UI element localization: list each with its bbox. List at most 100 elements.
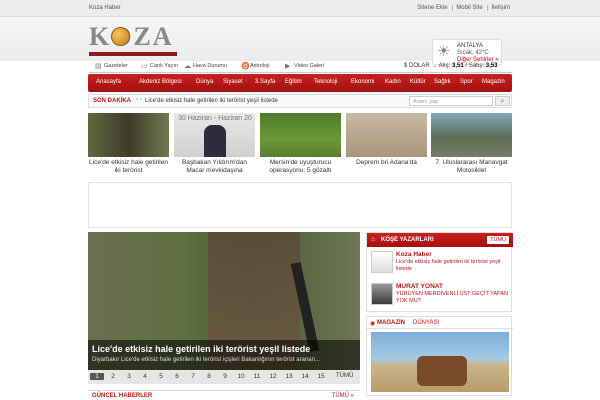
logo[interactable]: KOZA: [89, 22, 179, 56]
columnists-all-button[interactable]: TÜMÜ: [487, 236, 509, 244]
nav-magazine[interactable]: Magazin: [482, 79, 505, 85]
magazine-box: ◉ MAGAZİN DÜNYASI: [366, 316, 513, 396]
magazine-header: ◉ MAGAZİN DÜNYASI: [367, 317, 513, 329]
subnav-astrology[interactable]: ♉ Astroloji: [241, 63, 270, 70]
avatar: [371, 283, 393, 305]
magazine-image[interactable]: [371, 332, 509, 392]
featured-thumbnails: Lice'de etkisiz hale getirilen iki terör…: [88, 113, 512, 179]
slider-pager: 1 2 3 4 5 6 7 8 9 10 11 12 13 14 15 TÜMÜ: [88, 370, 360, 384]
home-icon: ⌂: [371, 236, 376, 243]
slider-page[interactable]: 6: [170, 373, 184, 380]
thumb-news-1[interactable]: Lice'de etkisiz hale getirilen iki terör…: [88, 113, 169, 179]
slider-page[interactable]: 2: [106, 373, 120, 380]
slider-page[interactable]: 11: [250, 373, 264, 380]
slider-page[interactable]: 14: [298, 373, 312, 380]
slider-page[interactable]: 8: [202, 373, 216, 380]
columnist-article[interactable]: Lice'de etkisiz hale getirilen iki terör…: [396, 259, 508, 273]
thumb-caption: 7. Uluslararası Manavgat Motosiklet: [435, 159, 508, 174]
top-links: Sitene Ekle Mobil Site İletişim: [414, 5, 513, 11]
nav-mediterranean[interactable]: Akdeniz Bölgesi: [139, 79, 182, 85]
advertisement-area: [88, 182, 512, 228]
avatar: [371, 251, 393, 273]
nav-education[interactable]: Eğitim: [285, 79, 302, 85]
columnist-article[interactable]: YÜRÜYEN MERDİVENLİ ÜST GEÇİT YAPAN YOK M…: [396, 291, 508, 305]
thumb-caption: Mersin'de uyuşturucu operasyonu: 5 gözal…: [269, 159, 332, 174]
search-input[interactable]: Aramı yap: [409, 96, 493, 106]
columnist-item[interactable]: MURAT YONAT YÜRÜYEN MERDİVENLİ ÜST GEÇİT…: [371, 283, 509, 311]
nav-health[interactable]: Sağlık: [434, 79, 451, 85]
columnists-header: ⌂ KÖŞE YAZARLARI TÜMÜ: [367, 233, 513, 247]
slider-page[interactable]: 4: [138, 373, 152, 380]
nav-economy[interactable]: Ekonomi: [351, 79, 374, 85]
slider-page[interactable]: 10: [234, 373, 248, 380]
thumb-news-2[interactable]: 30 Haziran - Haziran 20 Başbakan Yıldırı…: [174, 113, 255, 179]
subnav-weather[interactable]: ☁ Hava Durumu: [184, 63, 227, 70]
dollar-buy: 3,51: [452, 63, 464, 69]
columnist-name: Koza Haber: [396, 251, 432, 258]
thumb-news-5[interactable]: 7. Uluslararası Manavgat Motosiklet: [431, 113, 512, 179]
image-detail: [417, 356, 467, 386]
columnists-title: KÖŞE YAZARLARI: [381, 237, 434, 243]
current-news-header: GÜNCEL HABERLER TÜMÜ »: [88, 390, 360, 400]
thumb-image: [88, 113, 169, 157]
astro-icon: ♉: [241, 63, 250, 70]
thumb-news-3[interactable]: Mersin'de uyuşturucu operasyonu: 5 gözal…: [260, 113, 341, 179]
slider-page[interactable]: 13: [282, 373, 296, 380]
nav-politics[interactable]: Siyaset: [223, 79, 243, 85]
subnav-newspapers[interactable]: ▤ Gazeteler: [95, 63, 128, 70]
slider-title[interactable]: Lice'de etkisiz hale getirilen iki terör…: [92, 344, 310, 354]
top-bar: Koza Haber Sitene Ekle Mobil Site İletiş…: [0, 0, 600, 17]
slider-page[interactable]: 5: [154, 373, 168, 380]
header: KOZA ☀ ANTALYA Sıcak, 42°C Diğer Şehirle…: [0, 17, 600, 65]
weather-city: ANTALYA: [457, 43, 484, 49]
slider-page[interactable]: 1: [90, 373, 104, 380]
magazine-title: MAGAZİN: [377, 320, 405, 326]
slider-page[interactable]: 7: [186, 373, 200, 380]
columnist-name: MURAT YONAT: [396, 283, 443, 290]
video-icon: ▶: [285, 63, 291, 70]
slider-subtitle: Diyarbakır Lice'de etkisiz hale getirile…: [92, 357, 320, 363]
search-icon[interactable]: ⌕: [495, 96, 510, 106]
thumb-caption: Deprem bri Adana'da: [356, 159, 417, 166]
columnist-item[interactable]: Koza Haber Lice'de etkisiz hale getirile…: [371, 251, 509, 279]
columnists-box: ⌂ KÖŞE YAZARLARI TÜMÜ Koza Haber Lice'de…: [366, 232, 513, 312]
slider-page[interactable]: 9: [218, 373, 232, 380]
cloud-icon: ☁: [184, 63, 191, 70]
nav-culture[interactable]: Kültür: [410, 79, 426, 85]
slider-all-button[interactable]: TÜMÜ: [336, 373, 353, 379]
slider-caption: Lice'de etkisiz hale getirilen iki terör…: [88, 340, 360, 370]
nav-world[interactable]: Dünya: [196, 79, 213, 85]
current-news-all-link[interactable]: TÜMÜ »: [332, 393, 354, 399]
slider-page[interactable]: 3: [122, 373, 136, 380]
thumb-news-4[interactable]: Deprem bri Adana'da: [346, 113, 427, 179]
currency-ticker: $ DOLAR → Alış: 3,51 / Satış: 3,53: [404, 63, 498, 69]
nav-sports[interactable]: Spor: [460, 79, 473, 85]
weather-temp: Sıcak, 42°C: [457, 50, 489, 56]
nav-home[interactable]: Anasayfa: [96, 79, 121, 85]
magazine-title-2: DÜNYASI: [413, 320, 440, 326]
slider-page[interactable]: 15: [314, 373, 328, 380]
thumb-caption: Başbakan Yıldırım'dan Macar mevkidaşına: [181, 159, 248, 174]
add-site-link[interactable]: Sitene Ekle: [414, 5, 450, 11]
sun-icon: ☀: [437, 43, 451, 60]
newspaper-icon: ▤: [95, 63, 102, 70]
nav-technology[interactable]: Teknoloji: [314, 79, 337, 85]
dollar-sell: 3,53: [485, 63, 498, 69]
subnav-live[interactable]: ▭ Canlı Yayın: [141, 63, 178, 70]
thumb-image: [346, 113, 427, 157]
headline-slider[interactable]: Lice'de etkisiz hale getirilen iki terör…: [88, 232, 360, 384]
current-news-label: GÜNCEL HABERLER: [92, 393, 153, 399]
nav-third-page[interactable]: 3.Sayfa: [255, 79, 275, 85]
subnav-video[interactable]: ▶ Video Galeri: [285, 63, 324, 70]
globe-icon: [111, 27, 130, 46]
thumb-image: 30 Haziran - Haziran 20: [174, 113, 255, 157]
contact-link[interactable]: İletişim: [487, 5, 513, 11]
breaking-arrows-icon[interactable]: ‹ ›: [136, 97, 142, 103]
thumb-overlay-text: 30 Haziran - Haziran 20: [178, 115, 252, 122]
thumb-image: [431, 113, 512, 157]
nav-women[interactable]: Kadın: [385, 79, 401, 85]
slider-page[interactable]: 12: [266, 373, 280, 380]
breaking-headline[interactable]: Lice'de etkisiz hale getirilen iki terör…: [145, 98, 278, 104]
breaking-label: SON DAKİKA: [93, 98, 132, 104]
mobile-site-link[interactable]: Mobil Site: [452, 5, 486, 11]
